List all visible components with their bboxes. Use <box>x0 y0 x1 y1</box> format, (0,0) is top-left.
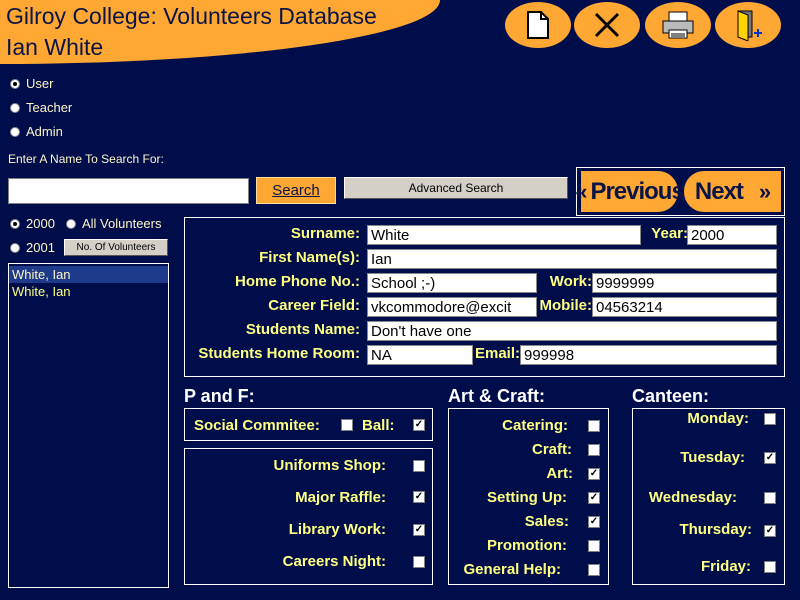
careers-night-label: Careers Night: <box>282 553 386 570</box>
library-work-checkbox[interactable]: ✓ <box>413 524 425 536</box>
career-field-label: Career Field: <box>268 297 360 314</box>
first-name-field[interactable]: Ian <box>367 249 777 269</box>
all-volunteers-radio[interactable] <box>66 219 76 229</box>
promotion-checkbox[interactable] <box>588 540 600 552</box>
students-name-label: Students Name: <box>245 321 360 338</box>
setting-up-label: Setting Up: <box>487 489 567 506</box>
email-field[interactable]: 999998 <box>520 345 777 365</box>
ball-label: Ball: <box>362 417 395 434</box>
next-button[interactable]: Next » <box>684 171 781 212</box>
art-checkbox[interactable]: ✓ <box>588 468 600 480</box>
previous-button[interactable]: « Previous <box>575 171 685 212</box>
pf-section-title: P and F: <box>184 386 255 406</box>
surname-field[interactable]: White <box>367 225 641 245</box>
home-room-field[interactable]: NA <box>367 345 473 365</box>
work-field[interactable]: 9999999 <box>592 273 777 293</box>
year-field[interactable]: 2000 <box>687 225 777 245</box>
current-record-name: Ian White <box>6 34 104 60</box>
role-admin-radio[interactable] <box>10 127 20 137</box>
catering-label: Catering: <box>502 417 568 434</box>
art-label: Art: <box>546 465 573 482</box>
print-icon <box>662 11 694 39</box>
all-volunteers-label: All Volunteers <box>82 216 162 231</box>
home-room-label: Students Home Room: <box>198 345 360 362</box>
canteen-section-title: Canteen: <box>632 386 710 406</box>
email-label: Email: <box>474 345 520 362</box>
library-work-label: Library Work: <box>288 521 386 538</box>
uniforms-shop-checkbox[interactable] <box>413 460 425 472</box>
exit-icon <box>737 10 762 41</box>
previous-label: Previous <box>590 177 684 205</box>
career-field[interactable]: vkcommodore@excit <box>367 297 537 317</box>
friday-label: Friday: <box>700 558 751 575</box>
search-button[interactable]: Search <box>256 177 336 204</box>
home-phone-field[interactable]: School ;-) <box>367 273 537 293</box>
catering-checkbox[interactable] <box>588 420 600 432</box>
tuesday-checkbox[interactable]: ✓ <box>764 452 776 464</box>
year-label: Year: <box>651 225 688 242</box>
sales-checkbox[interactable]: ✓ <box>588 516 600 528</box>
general-help-label: General Help: <box>463 561 561 578</box>
role-user-radio[interactable] <box>10 79 20 89</box>
role-teacher-radio[interactable] <box>10 103 20 113</box>
role-teacher-label: Teacher <box>26 100 73 115</box>
monday-checkbox[interactable] <box>764 413 776 425</box>
thursday-checkbox[interactable]: ✓ <box>764 525 776 537</box>
social-committee-label: Social Commitee: <box>194 417 320 434</box>
home-phone-label: Home Phone No.: <box>234 273 360 290</box>
tuesday-label: Tuesday: <box>680 449 745 466</box>
delete-icon <box>594 12 620 38</box>
chevron-right-icon: » <box>758 178 771 204</box>
role-user-label: User <box>26 76 54 91</box>
list-item[interactable]: White, Ian <box>9 283 168 300</box>
year-2001-radio[interactable] <box>10 243 20 253</box>
craft-checkbox[interactable] <box>588 444 600 456</box>
search-input[interactable] <box>8 178 249 204</box>
social-committee-checkbox[interactable] <box>341 419 353 431</box>
general-help-checkbox[interactable] <box>588 564 600 576</box>
next-label: Next <box>694 177 744 205</box>
delete-record-button[interactable] <box>574 2 640 48</box>
surname-label: Surname: <box>290 225 360 242</box>
list-item[interactable]: White, Ian <box>9 266 168 283</box>
thursday-label: Thursday: <box>679 521 752 538</box>
setting-up-checkbox[interactable]: ✓ <box>588 492 600 504</box>
monday-label: Monday: <box>687 410 749 427</box>
volunteer-list[interactable]: White, Ian White, Ian <box>8 263 169 588</box>
new-document-icon <box>527 11 549 39</box>
advanced-search-button[interactable]: Advanced Search <box>344 177 568 199</box>
students-name-field[interactable]: Don't have one <box>367 321 777 341</box>
volunteer-count-button[interactable]: No. Of Volunteers <box>64 239 168 256</box>
first-name-label: First Name(s): <box>259 249 360 266</box>
print-button[interactable] <box>645 2 711 48</box>
new-record-button[interactable] <box>505 2 571 48</box>
role-admin-label: Admin <box>26 124 63 139</box>
sales-label: Sales: <box>524 513 569 530</box>
friday-checkbox[interactable] <box>764 561 776 573</box>
work-label: Work: <box>549 273 592 290</box>
app-title: Gilroy College: Volunteers Database <box>6 3 377 29</box>
promotion-label: Promotion: <box>487 537 567 554</box>
careers-night-checkbox[interactable] <box>413 556 425 568</box>
year-2000-radio[interactable] <box>10 219 20 229</box>
mobile-label: Mobile: <box>539 297 593 314</box>
uniforms-shop-label: Uniforms Shop: <box>273 457 387 474</box>
major-raffle-label: Major Raffle: <box>295 489 386 506</box>
ball-checkbox[interactable]: ✓ <box>413 419 425 431</box>
major-raffle-checkbox[interactable]: ✓ <box>413 491 425 503</box>
craft-label: Craft: <box>532 441 572 458</box>
year-2001-label: 2001 <box>26 240 55 255</box>
chevron-left-icon: « <box>575 178 587 204</box>
search-prompt: Enter A Name To Search For: <box>8 152 164 166</box>
exit-button[interactable] <box>715 2 781 48</box>
year-2000-label: 2000 <box>26 216 55 231</box>
wednesday-label: Wednesday: <box>648 489 737 506</box>
mobile-field[interactable]: 04563214 <box>592 297 777 317</box>
wednesday-checkbox[interactable] <box>764 492 776 504</box>
art-section-title: Art & Craft: <box>448 386 545 406</box>
